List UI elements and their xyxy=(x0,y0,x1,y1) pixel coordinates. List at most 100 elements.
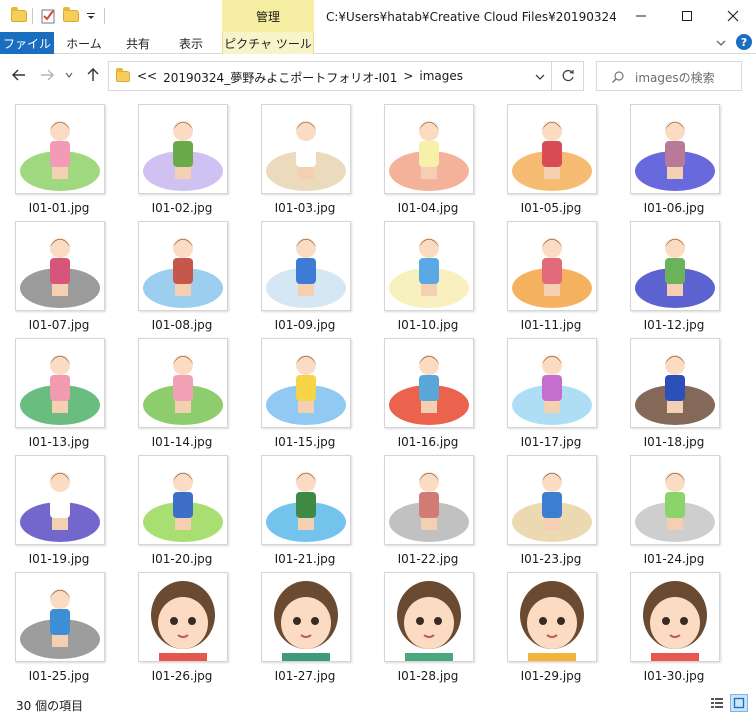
file-item[interactable]: I01-12.jpg xyxy=(624,213,724,332)
image-thumbnail[interactable] xyxy=(507,572,597,662)
tab-home[interactable]: ホーム xyxy=(58,32,110,54)
back-button[interactable] xyxy=(8,64,30,86)
breadcrumb-item-images[interactable]: images xyxy=(419,69,463,86)
tab-picture-tools[interactable]: ピクチャ ツール xyxy=(222,32,314,54)
chevron-down-icon[interactable] xyxy=(714,36,728,50)
file-item[interactable]: I01-06.jpg xyxy=(624,96,724,215)
file-item[interactable]: I01-17.jpg xyxy=(501,330,601,449)
toolbar-divider xyxy=(32,8,33,24)
image-thumbnail[interactable] xyxy=(138,455,228,545)
file-item[interactable]: I01-03.jpg xyxy=(255,96,355,215)
image-thumbnail[interactable] xyxy=(15,338,105,428)
file-item[interactable]: I01-13.jpg xyxy=(9,330,109,449)
image-thumbnail[interactable] xyxy=(15,572,105,662)
maximize-button[interactable] xyxy=(664,0,710,32)
search-input[interactable]: imagesの検索 xyxy=(596,61,742,91)
image-thumbnail[interactable] xyxy=(138,572,228,662)
file-item[interactable]: I01-10.jpg xyxy=(378,213,478,332)
properties-icon[interactable] xyxy=(38,7,58,25)
image-thumbnail[interactable] xyxy=(507,455,597,545)
file-item[interactable]: I01-24.jpg xyxy=(624,447,724,566)
customize-toolbar-icon[interactable] xyxy=(84,7,98,25)
file-item[interactable]: I01-27.jpg xyxy=(255,564,355,683)
file-item[interactable]: I01-18.jpg xyxy=(624,330,724,449)
file-item[interactable]: I01-26.jpg xyxy=(132,564,232,683)
refresh-icon xyxy=(562,69,574,82)
file-item[interactable]: I01-15.jpg xyxy=(255,330,355,449)
image-thumbnail[interactable] xyxy=(507,221,597,311)
image-thumbnail[interactable] xyxy=(507,104,597,194)
image-thumbnail[interactable] xyxy=(261,455,351,545)
file-item[interactable]: I01-20.jpg xyxy=(132,447,232,566)
new-folder-icon[interactable] xyxy=(62,7,80,25)
tab-share[interactable]: 共有 xyxy=(114,32,162,54)
up-button[interactable] xyxy=(82,64,104,86)
image-thumbnail[interactable] xyxy=(630,338,720,428)
chevron-down-icon[interactable] xyxy=(529,62,551,92)
file-item[interactable]: I01-09.jpg xyxy=(255,213,355,332)
file-item[interactable]: I01-07.jpg xyxy=(9,213,109,332)
file-item[interactable]: I01-25.jpg xyxy=(9,564,109,683)
breadcrumb: << 20190324_夢野みよこポートフォリオ-I01 > images xyxy=(137,69,469,86)
file-name: I01-29.jpg xyxy=(520,669,582,683)
image-thumbnail[interactable] xyxy=(138,104,228,194)
large-icons-view-button[interactable] xyxy=(730,694,748,712)
image-thumbnail[interactable] xyxy=(15,455,105,545)
image-thumbnail[interactable] xyxy=(384,572,474,662)
image-thumbnail[interactable] xyxy=(138,338,228,428)
file-list[interactable]: I01-01.jpg I01-02.jpg I01-03.jpg I01-04.jpg… xyxy=(0,96,756,690)
image-thumbnail[interactable] xyxy=(630,455,720,545)
image-thumbnail[interactable] xyxy=(384,455,474,545)
image-thumbnail[interactable] xyxy=(384,338,474,428)
breadcrumb-item-portfolio[interactable]: 20190324_夢野みよこポートフォリオ-I01 xyxy=(163,69,397,86)
folder-icon[interactable] xyxy=(10,7,28,25)
image-thumbnail[interactable] xyxy=(630,221,720,311)
image-thumbnail[interactable] xyxy=(15,104,105,194)
file-item[interactable]: I01-21.jpg xyxy=(255,447,355,566)
manage-tab[interactable]: 管理 xyxy=(222,0,314,32)
minimize-button[interactable] xyxy=(618,0,664,32)
file-item[interactable]: I01-05.jpg xyxy=(501,96,601,215)
address-bar[interactable]: << 20190324_夢野みよこポートフォリオ-I01 > images xyxy=(108,61,552,91)
details-view-button[interactable] xyxy=(708,694,726,712)
refresh-button[interactable] xyxy=(552,61,584,91)
forward-button[interactable] xyxy=(36,64,58,86)
image-thumbnail[interactable] xyxy=(261,104,351,194)
file-item[interactable]: I01-19.jpg xyxy=(9,447,109,566)
image-thumbnail[interactable] xyxy=(630,104,720,194)
file-name: I01-27.jpg xyxy=(274,669,336,683)
file-name: I01-26.jpg xyxy=(151,669,213,683)
breadcrumb-separator[interactable]: > xyxy=(403,69,413,86)
image-thumbnail[interactable] xyxy=(384,221,474,311)
recent-locations-icon[interactable] xyxy=(62,64,76,86)
file-item[interactable]: I01-28.jpg xyxy=(378,564,478,683)
tab-file[interactable]: ファイル xyxy=(0,32,54,54)
help-icon[interactable]: ? xyxy=(736,34,752,50)
file-item[interactable]: I01-02.jpg xyxy=(132,96,232,215)
status-bar: 30 個の項目 xyxy=(0,690,756,717)
image-thumbnail[interactable] xyxy=(261,338,351,428)
file-item[interactable]: I01-16.jpg xyxy=(378,330,478,449)
image-thumbnail[interactable] xyxy=(384,104,474,194)
toolbar-divider xyxy=(104,8,105,24)
tab-view[interactable]: 表示 xyxy=(166,32,216,54)
image-thumbnail[interactable] xyxy=(15,221,105,311)
close-button[interactable] xyxy=(710,0,756,32)
breadcrumb-overflow[interactable]: << xyxy=(137,69,157,86)
file-item[interactable]: I01-22.jpg xyxy=(378,447,478,566)
file-item[interactable]: I01-04.jpg xyxy=(378,96,478,215)
file-item[interactable]: I01-30.jpg xyxy=(624,564,724,683)
image-thumbnail[interactable] xyxy=(261,572,351,662)
file-item[interactable]: I01-23.jpg xyxy=(501,447,601,566)
image-thumbnail[interactable] xyxy=(507,338,597,428)
file-item[interactable]: I01-14.jpg xyxy=(132,330,232,449)
ribbon-tabs: ファイル ホーム 共有 表示 ピクチャ ツール xyxy=(0,32,756,54)
file-name: I01-25.jpg xyxy=(28,669,90,683)
file-item[interactable]: I01-08.jpg xyxy=(132,213,232,332)
file-item[interactable]: I01-11.jpg xyxy=(501,213,601,332)
image-thumbnail[interactable] xyxy=(630,572,720,662)
image-thumbnail[interactable] xyxy=(138,221,228,311)
image-thumbnail[interactable] xyxy=(261,221,351,311)
file-item[interactable]: I01-01.jpg xyxy=(9,96,109,215)
file-item[interactable]: I01-29.jpg xyxy=(501,564,601,683)
